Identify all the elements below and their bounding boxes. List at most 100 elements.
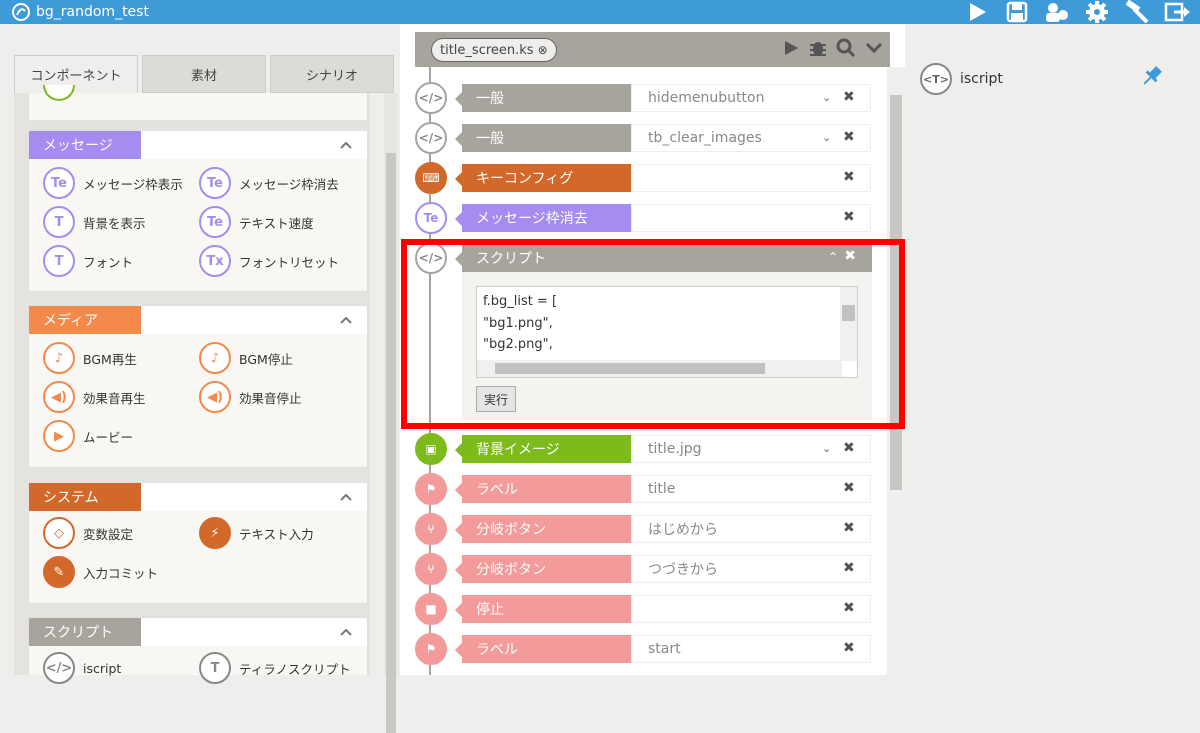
block-value[interactable] bbox=[631, 164, 871, 192]
right-panel bbox=[905, 24, 1200, 675]
tyrano-icon: <T> bbox=[920, 63, 952, 95]
comp-message-hide[interactable]: Te メッセージ枠消去 bbox=[199, 167, 339, 199]
comp-se-play[interactable]: ◀) 効果音再生 bbox=[43, 381, 146, 413]
block-value[interactable]: はじめから bbox=[631, 515, 871, 543]
pin-icon[interactable] bbox=[1140, 64, 1164, 88]
block-value[interactable]: title bbox=[631, 475, 871, 503]
block-row-bg-image[interactable]: ▣ 背景イメージ title.jpg ⌄ ✖ bbox=[415, 433, 871, 465]
chevron-up-icon[interactable] bbox=[339, 625, 353, 639]
delete-icon[interactable]: ✖ bbox=[843, 520, 855, 536]
bgm-stop-icon: ♪ bbox=[199, 342, 231, 374]
comp-se-stop[interactable]: ◀) 効果音停止 bbox=[199, 381, 302, 413]
delete-icon[interactable]: ✖ bbox=[843, 600, 855, 616]
block-value[interactable] bbox=[631, 204, 871, 232]
comp-text-speed[interactable]: Te テキスト速度 bbox=[199, 206, 314, 238]
bgm-play-icon: ♪ bbox=[43, 342, 75, 374]
media-card: メディア ♪ BGM再生 ♪ BGM停止 ◀) 効果音再生 ◀) 効果音停止 ▶ ムービー bbox=[28, 305, 368, 468]
image-icon: ▣ bbox=[415, 433, 447, 465]
block-row-label-title[interactable]: ⚑ ラベル title ✖ bbox=[415, 473, 871, 505]
delete-icon[interactable]: ✖ bbox=[843, 480, 855, 496]
left-scrollbar[interactable] bbox=[384, 93, 398, 733]
block-value[interactable]: つづきから bbox=[631, 555, 871, 583]
message-card: メッセージ Te メッセージ枠表示 Te メッセージ枠消去 T 背景を表示 Te テキス… bbox=[28, 130, 368, 292]
tab-components[interactable]: コンポーネント bbox=[14, 55, 138, 93]
comp-text-input[interactable]: ⚡ テキスト入力 bbox=[199, 517, 314, 549]
comp-bgm-play[interactable]: ♪ BGM再生 bbox=[43, 342, 137, 374]
block-row-stop[interactable]: ■ 停止 ✖ bbox=[415, 593, 871, 625]
run-file-icon[interactable] bbox=[782, 39, 800, 57]
chevron-up-icon[interactable] bbox=[339, 490, 353, 504]
comp-bgm-stop[interactable]: ♪ BGM停止 bbox=[199, 342, 293, 374]
se-play-icon: ◀) bbox=[43, 381, 75, 413]
delete-icon[interactable]: ✖ bbox=[843, 169, 855, 185]
save-icon[interactable] bbox=[1004, 1, 1030, 23]
chevron-down-icon[interactable]: ⌄ bbox=[822, 442, 831, 455]
block-row-branch-1[interactable]: ⑂ 分岐ボタン はじめから ✖ bbox=[415, 513, 871, 545]
comp-font[interactable]: T フォント bbox=[43, 245, 133, 277]
block-value[interactable]: start bbox=[631, 635, 871, 663]
file-tab[interactable]: title_screen.ks ⊗ bbox=[431, 38, 557, 62]
flag-icon: ⚑ bbox=[415, 633, 447, 665]
code-icon: </> bbox=[415, 82, 447, 114]
block-row-keyconfig[interactable]: ⌨ キーコンフィグ ✖ bbox=[415, 162, 871, 194]
block-row-general-2[interactable]: </> 一般 tb_clear_images ⌄ ✖ bbox=[415, 122, 871, 154]
block-name: ラベル bbox=[462, 635, 631, 663]
comp-font-reset[interactable]: Tx フォントリセット bbox=[199, 245, 339, 277]
block-row-message-hide[interactable]: Te メッセージ枠消去 ✖ bbox=[415, 202, 871, 234]
search-icon[interactable] bbox=[836, 38, 856, 58]
branch-icon: ⑂ bbox=[415, 513, 447, 545]
debug-bug-icon[interactable] bbox=[808, 38, 828, 58]
comp-variable-set[interactable]: ◇ 変数設定 bbox=[43, 517, 133, 549]
chevron-up-icon[interactable] bbox=[339, 138, 353, 152]
delete-icon[interactable]: ✖ bbox=[843, 440, 855, 456]
chevron-down-icon[interactable]: ⌄ bbox=[822, 91, 831, 104]
chevron-up-icon[interactable] bbox=[339, 313, 353, 327]
file-tab-label: title_screen.ks bbox=[440, 42, 534, 58]
block-value[interactable]: tb_clear_images bbox=[631, 124, 871, 152]
stop-icon: ■ bbox=[415, 593, 447, 625]
highlight-box bbox=[401, 239, 905, 429]
block-value[interactable]: hidemenubutton bbox=[631, 84, 871, 112]
code-icon: </> bbox=[43, 652, 75, 684]
file-tab-bar: title_screen.ks ⊗ bbox=[415, 32, 890, 67]
lightning-icon: ⚡ bbox=[199, 517, 231, 549]
play-icon[interactable] bbox=[964, 1, 990, 23]
app-logo-icon bbox=[12, 3, 30, 21]
tab-materials[interactable]: 素材 bbox=[142, 55, 266, 93]
tab-scenario[interactable]: シナリオ bbox=[270, 55, 394, 93]
block-name: 一般 bbox=[462, 124, 631, 152]
comp-movie[interactable]: ▶ ムービー bbox=[43, 420, 133, 452]
script-card-title: スクリプト bbox=[29, 618, 141, 646]
card-top-remnant bbox=[28, 85, 368, 121]
chevron-down-icon[interactable]: ⌄ bbox=[822, 131, 831, 144]
close-tab-icon[interactable]: ⊗ bbox=[538, 43, 548, 57]
block-value[interactable]: title.jpg bbox=[631, 435, 871, 463]
comp-input-commit[interactable]: ✎ 入力コミット bbox=[43, 556, 158, 588]
block-value[interactable] bbox=[631, 595, 871, 623]
font-icon: T bbox=[43, 245, 75, 277]
gear-icon[interactable] bbox=[1084, 1, 1110, 23]
system-card: システム ◇ 変数設定 ⚡ テキスト入力 ✎ 入力コミット bbox=[28, 482, 368, 604]
delete-icon[interactable]: ✖ bbox=[843, 560, 855, 576]
hammer-icon[interactable] bbox=[1124, 0, 1150, 24]
chevron-down-icon[interactable] bbox=[864, 38, 884, 58]
title-bar: bg_random_test bbox=[0, 0, 1200, 24]
export-icon[interactable] bbox=[1164, 1, 1190, 23]
block-row-label-start[interactable]: ⚑ ラベル start ✖ bbox=[415, 633, 871, 665]
block-name: 一般 bbox=[462, 84, 631, 112]
block-row-general-1[interactable]: </> 一般 hidemenubutton ⌄ ✖ bbox=[415, 82, 871, 114]
comp-tyrano-script[interactable]: T ティラノスクリプト bbox=[199, 652, 351, 684]
delete-icon[interactable]: ✖ bbox=[843, 640, 855, 656]
delete-icon[interactable]: ✖ bbox=[843, 209, 855, 225]
flag-icon: ⚑ bbox=[415, 473, 447, 505]
comp-message-show[interactable]: Te メッセージ枠表示 bbox=[43, 167, 183, 199]
comp-iscript[interactable]: </> iscript bbox=[43, 652, 121, 684]
delete-icon[interactable]: ✖ bbox=[843, 89, 855, 105]
comp-bg-show[interactable]: T 背景を表示 bbox=[43, 206, 146, 238]
font-reset-icon: Tx bbox=[199, 245, 231, 277]
block-name: 背景イメージ bbox=[462, 435, 631, 463]
block-row-branch-2[interactable]: ⑂ 分岐ボタン つづきから ✖ bbox=[415, 553, 871, 585]
delete-icon[interactable]: ✖ bbox=[843, 129, 855, 145]
users-icon[interactable] bbox=[1044, 1, 1070, 23]
variable-icon: ◇ bbox=[43, 517, 75, 549]
